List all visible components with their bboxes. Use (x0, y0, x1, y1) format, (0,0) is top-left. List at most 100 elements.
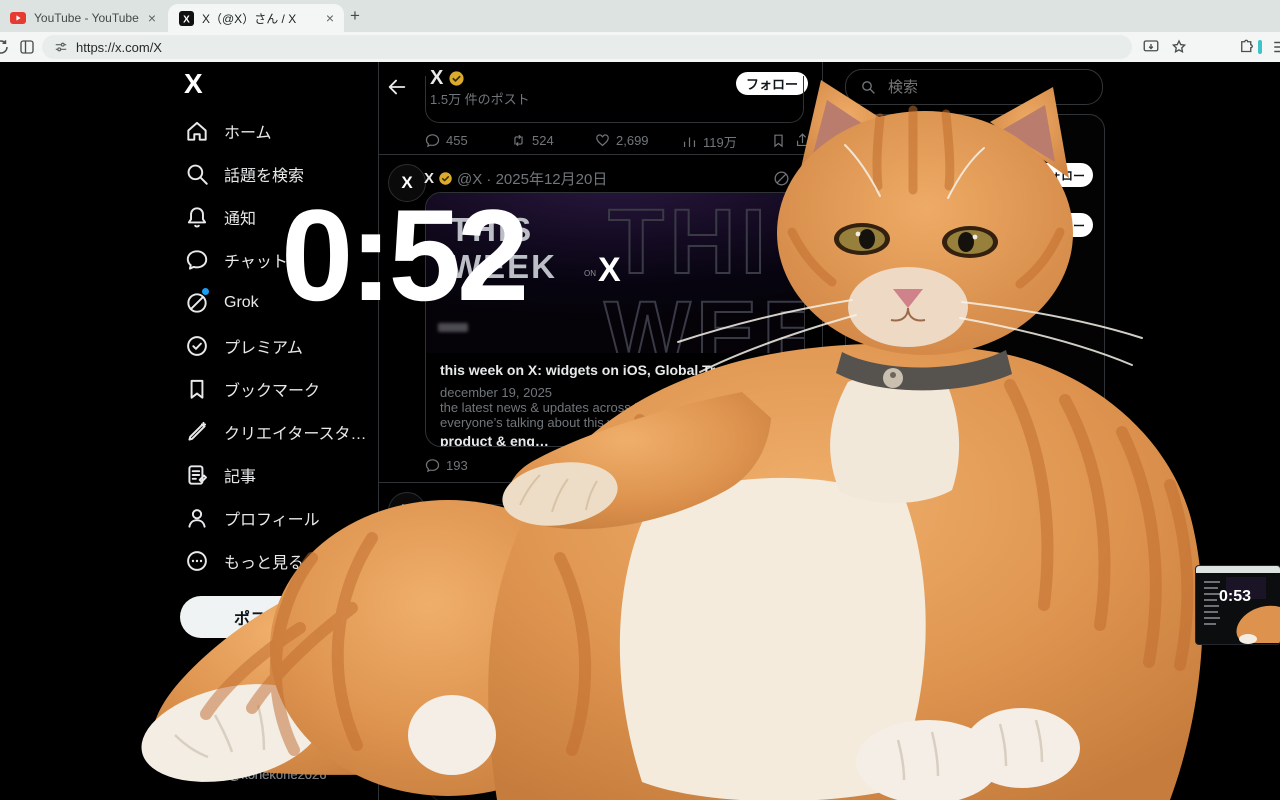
search-icon (184, 161, 210, 187)
divider (822, 62, 823, 800)
card-on-text: ON (584, 269, 596, 278)
sidebar-item-bookmarks[interactable]: ブックマーク (184, 376, 320, 402)
sidebar-item-articles[interactable]: 記事 (184, 462, 256, 488)
sidebar-item-premium[interactable]: プレミアム (184, 333, 303, 359)
x-favicon: X (178, 10, 194, 26)
site-settings-icon[interactable] (54, 40, 68, 54)
search-icon (860, 79, 876, 95)
card-body: this week on X: widgets on iOS, Global T… (426, 353, 804, 447)
sidebar-icon[interactable] (18, 38, 36, 56)
video-timer-overlay: 0:52 (281, 190, 525, 320)
video-progress-played[interactable] (437, 758, 457, 761)
sidebar-item-profile[interactable]: プロフィール (184, 505, 320, 531)
scrolled-card-edge (425, 76, 804, 123)
card-meta: december 19, 2025 (440, 385, 790, 400)
youtube-icon (10, 10, 26, 26)
more-circle-icon (184, 548, 210, 574)
bookmark-action-icon[interactable] (770, 132, 787, 149)
tab-strip: YouTube - YouTube × X X（@X）さん / X × + (0, 0, 1280, 32)
card-meta: the latest news & updates across X, f (440, 400, 790, 415)
grok-badge-dot (202, 288, 209, 295)
sidebar-item-home[interactable]: ホーム (184, 118, 272, 144)
video-preview-thumbnail[interactable]: 0:53 (1196, 566, 1280, 644)
tab-title: X（@X）さん / X (202, 10, 296, 27)
fullscreen-icon[interactable] (784, 773, 802, 791)
install-icon[interactable] (1142, 38, 1160, 56)
more-icon[interactable] (344, 760, 362, 766)
video-progress-track[interactable] (457, 758, 801, 761)
follow-button[interactable]: フォロー (1029, 163, 1093, 187)
mini-timer: 0:53 (1219, 588, 1251, 606)
play-icon[interactable] (435, 771, 457, 793)
ghost-text: THI (608, 201, 771, 284)
account-handle: @konekone2026 (228, 767, 327, 782)
pip-icon[interactable] (757, 773, 775, 791)
close-icon[interactable]: × (148, 11, 156, 25)
mini-browser-bar (1196, 566, 1280, 573)
tab-title: YouTube - YouTube (34, 11, 139, 25)
ghost-text: WEE (604, 293, 804, 353)
bookmark-star-icon[interactable] (1170, 38, 1188, 56)
divider (379, 482, 822, 483)
notification-dot (354, 752, 360, 758)
menu-icon[interactable] (1272, 38, 1280, 56)
search-box[interactable] (845, 69, 1103, 105)
mini-screenshot (1196, 573, 1280, 644)
post-button[interactable]: ポストする (180, 596, 368, 638)
card-meta-bold: product & eng… (440, 432, 790, 447)
post-avatar[interactable]: X (388, 492, 426, 530)
grok-icon (184, 290, 210, 316)
tab-x[interactable]: X X（@X）さん / X × (168, 4, 344, 32)
tab-youtube[interactable]: YouTube - YouTube × (0, 4, 166, 32)
views-icon (681, 133, 698, 150)
screen: YouTube - YouTube × X X（@X）さん / X × + ht… (0, 0, 1280, 800)
profile-icon (184, 505, 210, 531)
back-arrow-icon[interactable] (386, 76, 408, 98)
reply-stat[interactable]: 455 (424, 132, 468, 149)
sidebar-item-more[interactable]: もっと見る (184, 548, 304, 574)
reply-icon (424, 132, 441, 149)
card-headline: this week on X: widgets on iOS, Global T… (440, 361, 790, 379)
repost-icon (510, 132, 527, 149)
verified-badge-icon (320, 751, 335, 766)
post-reply-count[interactable]: 193 (424, 457, 468, 474)
profile-accent (1258, 40, 1262, 54)
chat-icon (184, 247, 210, 273)
card-meta: everyone’s talking about this we (440, 415, 790, 430)
like-icon (594, 132, 611, 149)
sidebar-item-creator-studio[interactable]: クリエイタースタ… (184, 419, 367, 445)
follow-button[interactable]: フォロー (1029, 213, 1093, 237)
sidebar-item-grok[interactable]: Grok (184, 290, 259, 316)
grok-actions-icon[interactable] (772, 169, 791, 188)
avatar (186, 750, 218, 782)
x-logo[interactable]: X (184, 68, 203, 100)
video-player[interactable]: 0:01 / 0:07 (428, 504, 810, 800)
settings-gear-icon[interactable] (729, 773, 747, 791)
x-page: X ホーム 話題を検索 通知 チャット Grok プレミアム ブック (0, 62, 1280, 800)
url-text: https://x.com/X (76, 40, 162, 55)
extensions-icon[interactable] (1238, 38, 1256, 56)
video-time: 0:01 / 0:07 (635, 774, 696, 789)
share-icon[interactable] (794, 132, 811, 149)
repost-stat[interactable]: 524 (510, 132, 554, 149)
new-tab-button[interactable]: + (350, 6, 360, 26)
browser-toolbar: https://x.com/X (0, 32, 1280, 62)
divider (378, 62, 379, 800)
who-to-follow-widget: フォロー フォロー (845, 114, 1105, 446)
sidebar-item-notifications[interactable]: 通知 (184, 204, 256, 230)
article-icon (184, 462, 210, 488)
premium-badge-icon (184, 333, 210, 359)
address-bar[interactable]: https://x.com/X (42, 35, 1132, 59)
mute-icon[interactable] (701, 773, 719, 791)
like-stat[interactable]: 2,699 (594, 132, 649, 149)
reload-icon[interactable] (0, 38, 10, 56)
bell-icon (184, 204, 210, 230)
views-stat[interactable]: 119万 (681, 132, 737, 151)
card-x-logo: X (598, 251, 621, 290)
close-icon[interactable]: × (326, 11, 334, 25)
bookmark-icon (184, 376, 210, 402)
creator-tools-icon (184, 419, 210, 445)
sidebar-item-chat[interactable]: チャット (184, 247, 288, 273)
divider (379, 154, 822, 155)
search-input[interactable] (886, 78, 1070, 97)
